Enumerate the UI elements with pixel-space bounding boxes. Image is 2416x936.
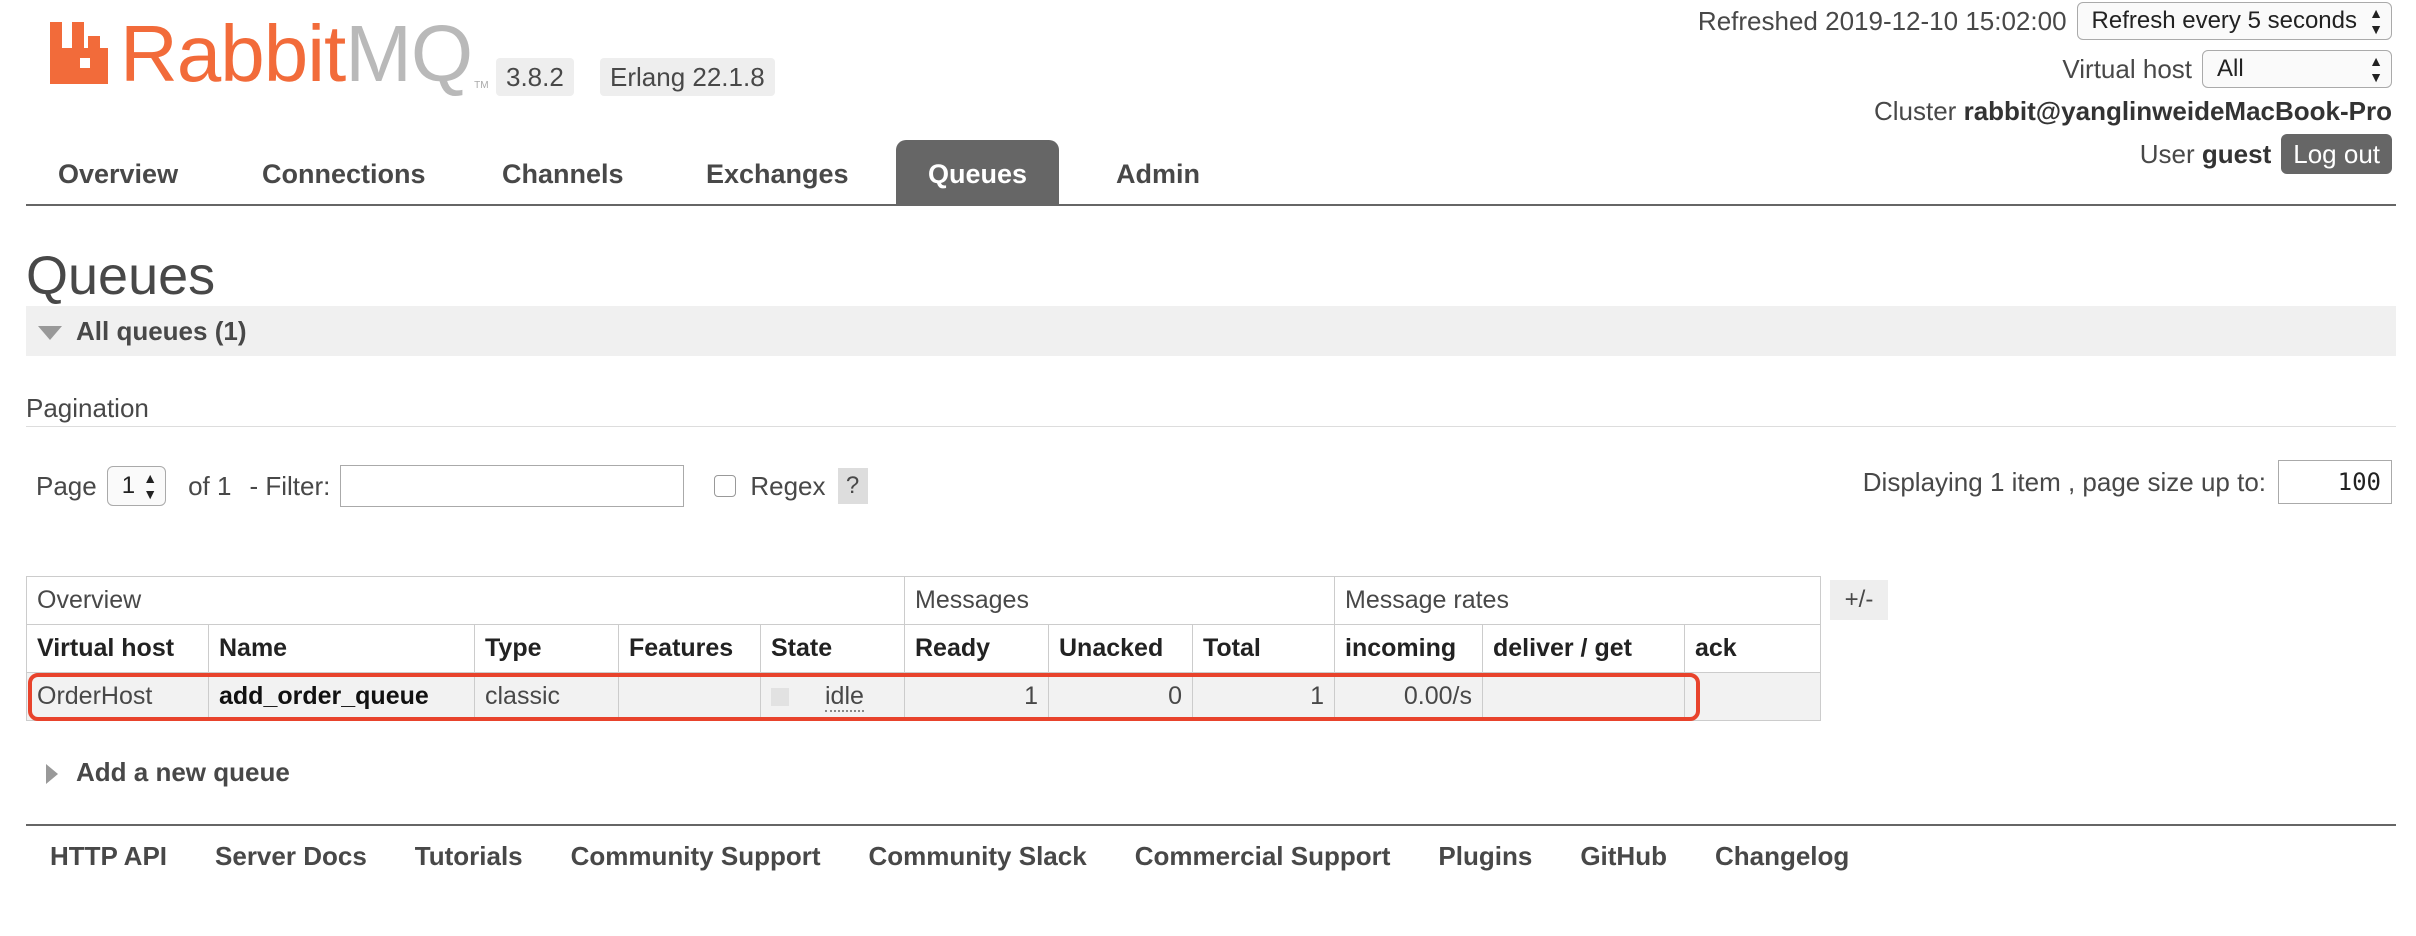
tab-queues[interactable]: Queues <box>896 140 1060 204</box>
tab-exchanges[interactable]: Exchanges <box>674 140 881 204</box>
footer-link-community-support[interactable]: Community Support <box>547 836 845 876</box>
filter-input[interactable] <box>340 465 685 507</box>
page-size-input[interactable]: 100 <box>2278 460 2392 504</box>
col-features[interactable]: Features <box>618 624 761 673</box>
col-name[interactable]: Name <box>208 624 475 673</box>
footer-link-commercial-support[interactable]: Commercial Support <box>1111 836 1415 876</box>
table-row[interactable]: OrderHost add_order_queue classic idle 1… <box>26 672 1821 721</box>
logo-wordmark: RabbitMQ <box>120 14 473 94</box>
divider <box>26 426 2396 427</box>
collapse-triangle-icon <box>38 326 62 341</box>
page-of-label: of 1 <box>188 470 232 501</box>
table-group-header: Overview Messages Message rates <box>26 576 1821 625</box>
state-indicator-icon <box>771 688 789 707</box>
cell-incoming: 0.00/s <box>1334 672 1483 721</box>
footer-link-tutorials[interactable]: Tutorials <box>391 836 547 876</box>
all-queues-section-toggle[interactable]: All queues (1) <box>26 306 2396 356</box>
page-select-value: 1 <box>121 472 136 499</box>
main-nav-tabs: Overview Connections Channels Exchanges … <box>26 140 2396 206</box>
footer-links: HTTP API Server Docs Tutorials Community… <box>26 836 1873 876</box>
version-badge: 3.8.2 <box>496 58 574 96</box>
cell-ready: 1 <box>904 672 1049 721</box>
col-ack[interactable]: ack <box>1684 624 1821 673</box>
page-label: Page <box>36 470 97 501</box>
refresh-select-value: Refresh every 5 seconds <box>2091 7 2357 34</box>
logo-tm: TM <box>474 80 489 91</box>
rabbitmq-logo: RabbitMQ TM <box>46 14 489 94</box>
logo-text: Rabbit <box>120 9 346 98</box>
pagination-label: Pagination <box>26 393 149 423</box>
virtual-host-label: Virtual host <box>2062 53 2192 84</box>
expand-triangle-icon <box>46 764 58 785</box>
add-queue-label: Add a new queue <box>76 757 290 787</box>
cell-features <box>618 672 761 721</box>
regex-checkbox[interactable] <box>714 475 737 497</box>
logo-text-mq: MQ <box>345 9 473 98</box>
cell-type: classic <box>474 672 619 721</box>
queues-table: Overview Messages Message rates Virtual … <box>26 576 1821 721</box>
tab-overview[interactable]: Overview <box>26 140 210 204</box>
footer-link-http-api[interactable]: HTTP API <box>26 836 191 876</box>
cell-total: 1 <box>1192 672 1335 721</box>
virtual-host-select[interactable]: All ▲ ▼ <box>2202 50 2392 88</box>
filter-label: - Filter: <box>249 470 331 501</box>
cell-ack <box>1684 672 1821 721</box>
queue-name-link[interactable]: add_order_queue <box>208 672 475 721</box>
cluster-label: Cluster <box>1873 96 1957 126</box>
erlang-badge: Erlang 22.1.8 <box>600 58 775 96</box>
regex-help-button[interactable]: ? <box>837 468 868 504</box>
rabbitmq-logo-icon <box>50 22 108 84</box>
group-overview: Overview <box>26 576 905 625</box>
select-arrows-icon: ▲ ▼ <box>2369 53 2383 85</box>
select-arrows-icon: ▲ ▼ <box>2369 5 2383 37</box>
col-total[interactable]: Total <box>1192 624 1335 673</box>
add-queue-toggle[interactable]: Add a new queue <box>46 752 290 792</box>
group-message-rates: Message rates <box>1334 576 1821 625</box>
footer-link-server-docs[interactable]: Server Docs <box>191 836 391 876</box>
page-select[interactable]: 1 ▲ ▼ <box>106 466 167 506</box>
tab-connections[interactable]: Connections <box>230 140 458 204</box>
page-title: Queues <box>26 246 216 306</box>
col-deliver-get[interactable]: deliver / get <box>1482 624 1685 673</box>
col-incoming[interactable]: incoming <box>1334 624 1483 673</box>
col-ready[interactable]: Ready <box>904 624 1049 673</box>
pagination-controls: Page 1 ▲ ▼ of 1 - Filter: Regex ? <box>36 462 868 510</box>
virtual-host-select-value: All <box>2217 55 2244 82</box>
select-arrows-icon: ▲ ▼ <box>143 470 158 502</box>
group-messages: Messages <box>904 576 1335 625</box>
table-column-header: Virtual host Name Type Features State Re… <box>26 624 1821 673</box>
col-state[interactable]: State <box>760 624 905 673</box>
refresh-select[interactable]: Refresh every 5 seconds ▲ ▼ <box>2076 2 2392 40</box>
refreshed-label: Refreshed 2019-12-10 15:02:00 <box>1697 5 2067 36</box>
cell-state: idle <box>760 672 905 721</box>
state-value: idle <box>825 682 864 712</box>
display-info: Displaying 1 item , page size up to: 100 <box>1863 460 2392 504</box>
footer-link-changelog[interactable]: Changelog <box>1691 836 1873 876</box>
cell-unacked: 0 <box>1048 672 1193 721</box>
tab-admin[interactable]: Admin <box>1084 140 1232 204</box>
regex-label: Regex <box>750 470 826 501</box>
footer-link-plugins[interactable]: Plugins <box>1414 836 1556 876</box>
section-title: All queues (1) <box>76 316 247 346</box>
tab-channels[interactable]: Channels <box>470 140 656 204</box>
footer-link-community-slack[interactable]: Community Slack <box>845 836 1111 876</box>
col-virtual-host[interactable]: Virtual host <box>26 624 209 673</box>
columns-toggle-button[interactable]: +/- <box>1830 580 1888 620</box>
cell-virtual-host: OrderHost <box>26 672 209 721</box>
display-label: Displaying 1 item , page size up to: <box>1862 466 2266 497</box>
col-unacked[interactable]: Unacked <box>1048 624 1193 673</box>
cell-deliver-get <box>1482 672 1685 721</box>
col-type[interactable]: Type <box>474 624 619 673</box>
footer-divider <box>26 824 2396 826</box>
footer-link-github[interactable]: GitHub <box>1556 836 1691 876</box>
cluster-value: rabbit@yanglinweideMacBook-Pro <box>1963 96 2392 126</box>
